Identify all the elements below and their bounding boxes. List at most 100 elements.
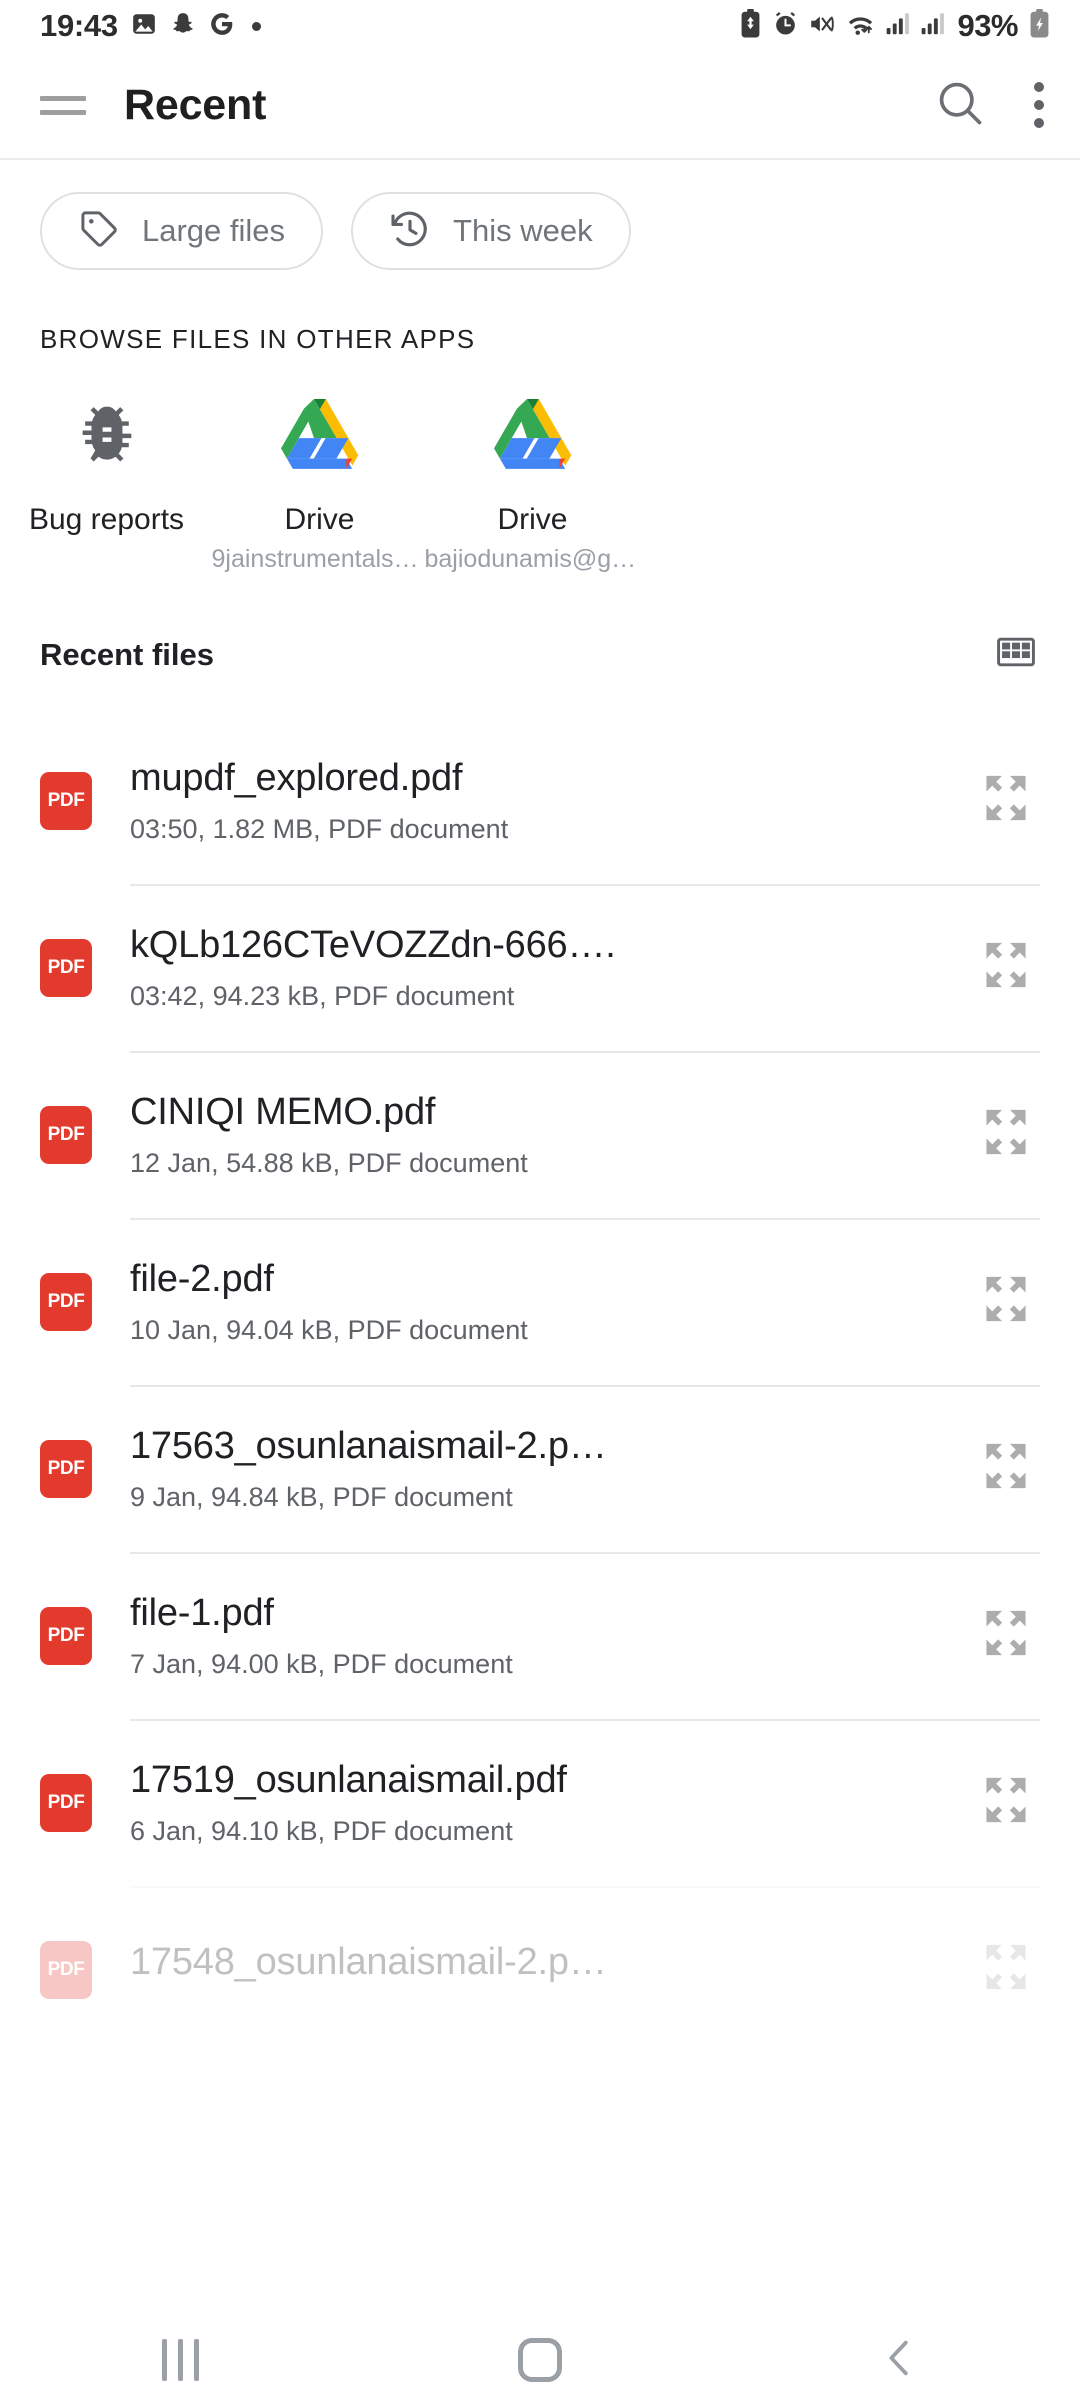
status-bar-right: 93% bbox=[738, 8, 1052, 44]
app-shortcut-drive-1[interactable]: Drive 9jainstrumentals@… bbox=[211, 391, 428, 574]
file-row-text: 17519_osunlanaismail.pdf 6 Jan, 94.10 kB… bbox=[130, 1759, 972, 1847]
file-name: kQLb126CTeVOZZdn-666…. bbox=[130, 923, 616, 966]
pdf-file-icon: PDF bbox=[40, 1606, 92, 1665]
recents-button[interactable] bbox=[105, 2312, 255, 2408]
bug-icon bbox=[69, 391, 145, 477]
file-row[interactable]: PDF 17548_osunlanaismail-2.p… bbox=[0, 1886, 1080, 2053]
file-name: 17563_osunlanaismail-2.p… bbox=[130, 1424, 607, 1467]
file-name: CINIQI MEMO.pdf bbox=[130, 1090, 436, 1133]
pdf-file-icon: PDF bbox=[40, 1940, 92, 1999]
file-row-text: CINIQI MEMO.pdf 12 Jan, 54.88 kB, PDF do… bbox=[130, 1091, 972, 1179]
history-clock-icon bbox=[389, 208, 431, 255]
file-row-text: 17563_osunlanaismail-2.p… 9 Jan, 94.84 k… bbox=[130, 1425, 972, 1513]
google-drive-icon bbox=[493, 391, 572, 477]
file-row-text: kQLb126CTeVOZZdn-666…. 03:42, 94.23 kB, … bbox=[130, 924, 972, 1012]
tag-icon bbox=[78, 208, 120, 255]
status-bar: 19:43 93% bbox=[0, 0, 1080, 52]
google-icon bbox=[209, 11, 235, 42]
alarm-icon bbox=[772, 10, 799, 42]
file-row[interactable]: PDF mupdf_explored.pdf 03:50, 1.82 MB, P… bbox=[0, 717, 1080, 884]
back-button[interactable] bbox=[825, 2312, 975, 2408]
file-row[interactable]: PDF 17563_osunlanaismail-2.p… 9 Jan, 94.… bbox=[0, 1385, 1080, 1552]
file-meta: 7 Jan, 94.00 kB, PDF document bbox=[130, 1648, 513, 1679]
pdf-file-icon: PDF bbox=[40, 1272, 92, 1331]
pdf-file-icon: PDF bbox=[40, 938, 92, 997]
pdf-file-icon: PDF bbox=[40, 771, 92, 830]
file-row-text: file-1.pdf 7 Jan, 94.00 kB, PDF document bbox=[130, 1592, 972, 1680]
file-name: file-1.pdf bbox=[130, 1591, 274, 1634]
google-drive-icon bbox=[280, 391, 359, 477]
photos-icon bbox=[131, 11, 157, 42]
expand-arrows-icon[interactable] bbox=[972, 1265, 1040, 1338]
file-row-text: file-2.pdf 10 Jan, 94.04 kB, PDF documen… bbox=[130, 1258, 972, 1346]
expand-arrows-icon[interactable] bbox=[972, 1599, 1040, 1672]
file-row[interactable]: PDF file-2.pdf 10 Jan, 94.04 kB, PDF doc… bbox=[0, 1218, 1080, 1385]
file-row[interactable]: PDF 17519_osunlanaismail.pdf 6 Jan, 94.1… bbox=[0, 1719, 1080, 1886]
app-shortcut-bug-reports[interactable]: Bug reports bbox=[0, 391, 213, 574]
signal-sim2-icon bbox=[920, 11, 946, 41]
search-icon[interactable] bbox=[934, 77, 986, 134]
file-row-text: 17548_osunlanaismail-2.p… bbox=[130, 1941, 972, 1998]
file-row[interactable]: PDF kQLb126CTeVOZZdn-666…. 03:42, 94.23 … bbox=[0, 884, 1080, 1051]
app-shortcut-subtitle: bajiodunamis@gm… bbox=[424, 545, 641, 573]
back-icon bbox=[877, 2335, 923, 2386]
expand-arrows-icon[interactable] bbox=[972, 1766, 1040, 1839]
app-shortcut-label: Drive bbox=[497, 503, 568, 536]
recent-files-title: Recent files bbox=[40, 636, 215, 672]
file-name: mupdf_explored.pdf bbox=[130, 756, 463, 799]
file-row-text: mupdf_explored.pdf 03:50, 1.82 MB, PDF d… bbox=[130, 757, 972, 845]
battery-saver-icon bbox=[738, 9, 763, 43]
home-button[interactable] bbox=[465, 2312, 615, 2408]
snapchat-icon bbox=[170, 11, 196, 42]
file-meta: 6 Jan, 94.10 kB, PDF document bbox=[130, 1815, 513, 1846]
app-shortcut-label: Drive bbox=[284, 503, 355, 536]
file-meta: 12 Jan, 54.88 kB, PDF document bbox=[130, 1147, 528, 1178]
file-name: 17519_osunlanaismail.pdf bbox=[130, 1758, 567, 1801]
expand-arrows-icon[interactable] bbox=[972, 764, 1040, 837]
file-name: 17548_osunlanaismail-2.p… bbox=[130, 1941, 607, 1983]
expand-arrows-icon[interactable] bbox=[972, 1098, 1040, 1171]
dot-indicator-icon bbox=[251, 21, 261, 31]
expand-arrows-icon[interactable] bbox=[972, 1933, 1040, 2006]
recents-icon bbox=[161, 2339, 199, 2381]
file-meta: 03:50, 1.82 MB, PDF document bbox=[130, 813, 509, 844]
browse-apps-heading: BROWSE FILES IN OTHER APPS bbox=[40, 324, 476, 354]
grid-view-icon[interactable] bbox=[994, 630, 1038, 679]
file-row[interactable]: PDF file-1.pdf 7 Jan, 94.00 kB, PDF docu… bbox=[0, 1552, 1080, 1719]
signal-sim1-icon bbox=[885, 11, 911, 41]
pdf-file-icon: PDF bbox=[40, 1105, 92, 1164]
page-title: Recent bbox=[124, 80, 267, 129]
app-bar-actions bbox=[934, 77, 1044, 134]
chip-this-week-label: This week bbox=[453, 213, 593, 248]
chip-this-week[interactable]: This week bbox=[351, 192, 631, 270]
file-meta: 03:42, 94.23 kB, PDF document bbox=[130, 980, 515, 1011]
expand-arrows-icon[interactable] bbox=[972, 931, 1040, 1004]
wifi-icon bbox=[845, 10, 876, 42]
file-meta: 9 Jan, 94.84 kB, PDF document bbox=[130, 1481, 513, 1512]
chip-large-files-label: Large files bbox=[142, 213, 286, 248]
file-name: file-2.pdf bbox=[130, 1257, 274, 1300]
app-shortcut-subtitle: 9jainstrumentals@… bbox=[211, 545, 428, 573]
file-row[interactable]: PDF CINIQI MEMO.pdf 12 Jan, 54.88 kB, PD… bbox=[0, 1051, 1080, 1218]
app-shortcut-drive-2[interactable]: Drive bajiodunamis@gm… bbox=[424, 391, 641, 574]
recent-files-list: PDF mupdf_explored.pdf 03:50, 1.82 MB, P… bbox=[0, 717, 1080, 2053]
mute-vibrate-icon bbox=[808, 11, 836, 42]
pdf-file-icon: PDF bbox=[40, 1439, 92, 1498]
recent-files-header: Recent files bbox=[0, 574, 1080, 679]
pdf-file-icon: PDF bbox=[40, 1773, 92, 1832]
hamburger-menu-icon[interactable] bbox=[40, 82, 86, 128]
kebab-menu-icon[interactable] bbox=[1034, 79, 1044, 131]
home-icon bbox=[518, 2338, 562, 2382]
app-shortcut-label: Bug reports bbox=[28, 503, 185, 536]
expand-arrows-icon[interactable] bbox=[972, 1432, 1040, 1505]
app-bar: Recent bbox=[0, 52, 1080, 158]
status-clock: 19:43 bbox=[40, 8, 118, 43]
filter-chips: Large files This week bbox=[0, 160, 1080, 280]
status-bar-left: 19:43 bbox=[40, 8, 261, 44]
browse-apps-row: Bug reports Drive 9jainstrumentals@… Dri… bbox=[0, 355, 1080, 574]
battery-percentage: 93% bbox=[957, 8, 1018, 43]
file-meta: 10 Jan, 94.04 kB, PDF document bbox=[130, 1314, 528, 1345]
chip-large-files[interactable]: Large files bbox=[40, 192, 324, 270]
navigation-bar bbox=[0, 2312, 1080, 2408]
battery-charging-icon bbox=[1027, 9, 1052, 43]
